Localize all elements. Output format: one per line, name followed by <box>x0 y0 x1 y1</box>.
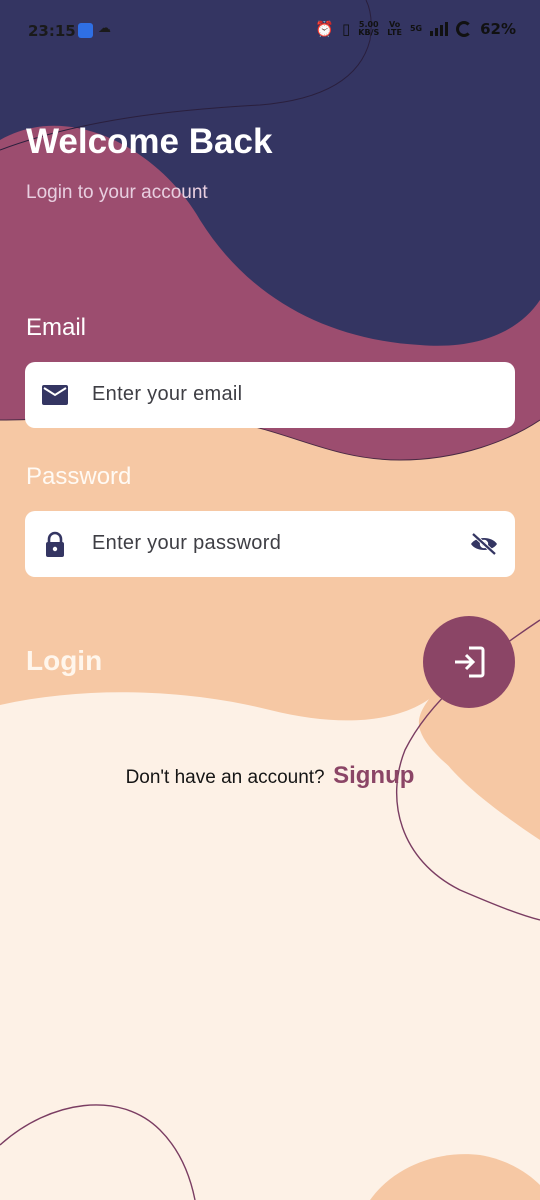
cloud-icon: ☁ <box>98 20 111 35</box>
login-label: Login <box>26 645 103 676</box>
network-type: 5G <box>409 24 423 33</box>
email-field[interactable]: Enter your email <box>25 362 515 428</box>
password-field[interactable]: Enter your password <box>25 511 515 577</box>
page-title: Welcome Back <box>26 122 273 161</box>
email-label: Email <box>26 314 87 341</box>
status-time: 23:15 <box>28 22 76 40</box>
eye-off-icon[interactable] <box>469 531 499 557</box>
page-subtitle: Login to your account <box>26 182 208 203</box>
status-bar: 23:15 ☁ ⏰ ▯ 5.00 KB/S Vo LTE 5G 62% <box>0 0 540 62</box>
mail-icon <box>42 385 68 405</box>
background-waves <box>0 0 540 1200</box>
signup-row: Don't have an account? Signup <box>0 762 540 790</box>
notification-app-icon <box>78 23 93 38</box>
vibrate-icon: ▯ <box>342 20 351 38</box>
battery-percent: 62% <box>480 20 516 38</box>
password-label: Password <box>26 463 132 490</box>
login-button[interactable] <box>423 616 515 708</box>
login-arrow-icon <box>455 646 485 678</box>
signup-link[interactable]: Signup <box>333 762 414 789</box>
signal-icon <box>430 22 449 36</box>
signup-question: Don't have an account? <box>125 767 325 788</box>
email-placeholder: Enter your email <box>92 383 243 405</box>
network-speed: 5.00 KB/S <box>358 20 380 37</box>
alarm-icon: ⏰ <box>315 20 334 38</box>
password-placeholder: Enter your password <box>92 532 282 554</box>
lock-icon <box>46 531 64 557</box>
battery-icon <box>456 21 473 37</box>
status-right-group: ⏰ ▯ 5.00 KB/S Vo LTE 5G 62% <box>315 20 516 38</box>
volte-indicator: Vo LTE <box>387 20 402 37</box>
